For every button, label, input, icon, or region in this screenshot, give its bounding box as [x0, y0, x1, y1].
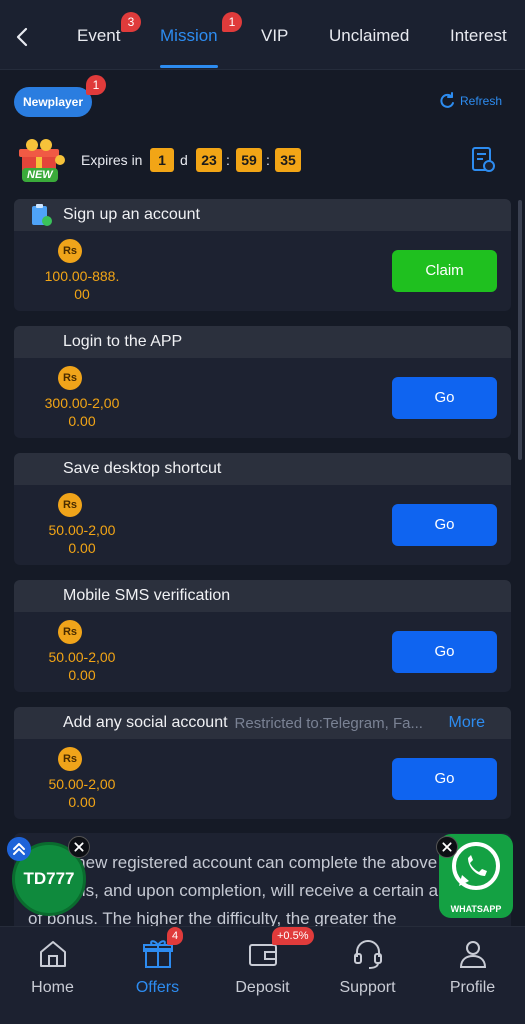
go-button[interactable]: Go — [392, 758, 497, 800]
tab-vip[interactable]: VIP — [261, 26, 288, 46]
clipboard-icon — [32, 204, 52, 226]
close-icon[interactable] — [436, 836, 458, 858]
deposit-bonus-badge: +0.5% — [272, 927, 314, 945]
refresh-icon — [440, 92, 454, 108]
mission-title-text: Save desktop shortcut — [63, 460, 222, 477]
rupee-coin-icon: Rs — [58, 493, 82, 517]
rupee-coin-icon: Rs — [58, 239, 82, 263]
bottom-navigation: Home 4 Offers +0.5% Deposit Support Prof… — [0, 926, 525, 1024]
mission-title: Sign up an account — [14, 199, 511, 231]
mission-card: Save desktop shortcut Rs 50.00-2,00 0.00 … — [14, 453, 511, 565]
more-link[interactable]: More — [449, 714, 485, 732]
reward-amount: 50.00-2,00 0.00 — [48, 522, 116, 556]
mission-title-text: Add any social account — [63, 714, 228, 731]
nav-support-label: Support — [339, 979, 396, 996]
tab-interest[interactable]: Interest — [450, 26, 507, 46]
countdown-day-unit: d — [180, 152, 188, 168]
restriction-text: Restricted to:Telegram, Fa... — [234, 714, 423, 732]
tab-unclaimed[interactable]: Unclaimed — [329, 26, 409, 46]
nav-support[interactable]: Support — [315, 927, 420, 1024]
mission-card: Add any social account Restricted to:Tel… — [14, 707, 511, 819]
rupee-coin-icon: Rs — [58, 366, 82, 390]
tab-event[interactable]: Event — [77, 26, 120, 46]
top-tab-bar: Event 3 Mission 1 VIP Unclaimed Interest — [0, 0, 525, 70]
nav-profile-label: Profile — [449, 979, 496, 996]
claim-button[interactable]: Claim — [392, 250, 497, 292]
close-icon[interactable] — [68, 836, 90, 858]
tab-mission-badge: 1 — [222, 12, 242, 32]
go-button[interactable]: Go — [392, 377, 497, 419]
nav-home-label: Home — [31, 979, 74, 996]
rupee-coin-icon: Rs — [58, 747, 82, 771]
home-icon — [40, 941, 66, 967]
whatsapp-label: WHATSAPP — [450, 904, 502, 914]
countdown-separator: : — [226, 152, 230, 168]
task-record-icon[interactable] — [470, 146, 496, 174]
nav-profile[interactable]: Profile — [420, 927, 525, 1024]
nav-deposit[interactable]: +0.5% Deposit — [210, 927, 315, 1024]
nav-home[interactable]: Home — [0, 927, 105, 1024]
user-icon — [459, 941, 487, 968]
reward-amount: 50.00-2,00 0.00 — [48, 776, 116, 810]
rupee-coin-icon: Rs — [58, 620, 82, 644]
mission-title: Save desktop shortcut — [14, 453, 511, 485]
back-arrow-icon[interactable] — [10, 22, 36, 52]
mission-card: Sign up an account Rs 100.00-888. 00 Clai… — [14, 199, 511, 311]
nav-offers[interactable]: 4 Offers — [105, 927, 210, 1024]
double-chevron-up-icon[interactable] — [7, 837, 31, 861]
go-button[interactable]: Go — [392, 504, 497, 546]
new-tag: NEW — [22, 168, 58, 182]
reward-amount: 50.00-2,00 0.00 — [48, 649, 116, 683]
mission-card: Login to the APP Rs 300.00-2,00 0.00 Go — [14, 326, 511, 438]
expires-label: Expires in — [81, 152, 143, 168]
go-button[interactable]: Go — [392, 631, 497, 673]
countdown-minutes: 59 — [236, 148, 262, 172]
tab-event-badge: 3 — [121, 12, 141, 32]
headset-icon — [354, 940, 382, 969]
tab-mission[interactable]: Mission — [160, 26, 218, 46]
countdown-seconds: 35 — [275, 148, 301, 172]
countdown-hours: 23 — [196, 148, 222, 172]
mission-title: Add any social account Restricted to:Tel… — [14, 707, 511, 739]
offers-badge: 4 — [167, 927, 184, 945]
refresh-label: Refresh — [460, 94, 503, 108]
mission-title: Mobile SMS verification — [14, 580, 511, 612]
nav-deposit-label: Deposit — [235, 979, 290, 996]
scrollbar[interactable] — [518, 200, 522, 460]
reward-amount: 300.00-2,00 0.00 — [44, 395, 120, 429]
countdown-days: 1 — [150, 148, 174, 172]
nav-offers-label: Offers — [135, 979, 180, 996]
mission-title: Login to the APP — [14, 326, 511, 358]
active-tab-indicator — [160, 65, 218, 68]
mission-description: Every new registered account can complet… — [28, 853, 486, 928]
reward-amount: 100.00-888. 00 — [44, 268, 120, 302]
mission-title-text: Login to the APP — [63, 333, 183, 350]
mission-title-text: Sign up an account — [63, 206, 200, 223]
mission-card: Mobile SMS verification Rs 50.00-2,00 0.0… — [14, 580, 511, 692]
countdown-separator: : — [266, 152, 270, 168]
newplayer-badge: 1 — [86, 75, 106, 95]
mission-title-text: Mobile SMS verification — [63, 587, 231, 604]
newplayer-button[interactable]: Newplayer — [14, 87, 92, 117]
refresh-button[interactable]: Refresh — [438, 92, 502, 110]
